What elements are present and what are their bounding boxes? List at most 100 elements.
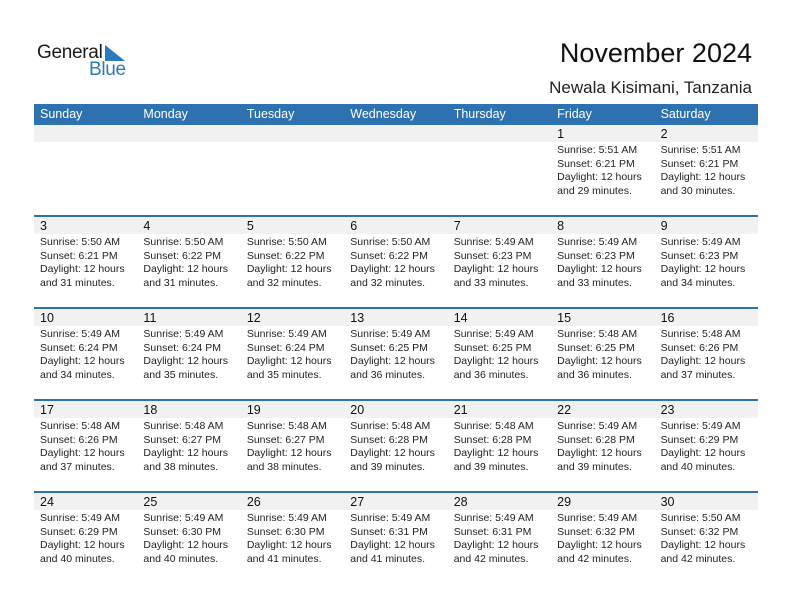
sunset-text: Sunset: 6:23 PM xyxy=(660,249,739,262)
sunset-text: Sunset: 6:21 PM xyxy=(557,157,635,170)
sunset-text: Sunset: 6:23 PM xyxy=(557,249,635,262)
daylight-text: Daylight: 12 hours xyxy=(246,355,332,368)
day-cell: 3 Sunrise: 5:50 AM Sunset: 6:21 PM Daylight… xyxy=(34,217,138,307)
day-cell: 7 Sunrise: 5:49 AM Sunset: 6:23 PM Daylight… xyxy=(447,217,552,307)
day-number: 11 xyxy=(137,309,241,326)
sunrise-text: Sunrise: 5:49 AM xyxy=(350,328,431,340)
day-cell: 1 Sunrise: 5:51 AM Sunset: 6:21 PM Daylight… xyxy=(551,125,655,215)
day-number: 7 xyxy=(447,217,552,234)
daylight-text: Daylight: 12 hours xyxy=(246,263,332,276)
day-number xyxy=(447,125,552,142)
day-info: Sunrise: 5:49 AM Sunset: 6:25 PM Daylight:… xyxy=(448,326,551,382)
sunset-text: Sunset: 6:22 PM xyxy=(143,249,222,262)
day-number: 1 xyxy=(551,125,655,142)
daylight-text: Daylight: 12 hours xyxy=(557,171,642,184)
daylight-minutes-text: and 39 minutes. xyxy=(557,460,632,473)
day-cell: 9 Sunrise: 5:49 AM Sunset: 6:23 PM Daylight… xyxy=(654,217,758,307)
day-number: 27 xyxy=(344,493,448,510)
sunrise-text: Sunrise: 5:49 AM xyxy=(40,512,120,524)
day-cell: 6 Sunrise: 5:50 AM Sunset: 6:22 PM Daylight… xyxy=(344,217,448,307)
daylight-text: Daylight: 12 hours xyxy=(453,355,539,368)
logo: General Blue xyxy=(37,42,137,82)
day-number: 30 xyxy=(654,493,758,510)
week-row: 24 Sunrise: 5:49 AM Sunset: 6:29 PM Dayligh… xyxy=(34,491,758,583)
sunrise-text: Sunrise: 5:48 AM xyxy=(350,420,431,432)
day-cell: 11 Sunrise: 5:49 AM Sunset: 6:24 PM Dayligh… xyxy=(137,309,241,399)
sunrise-text: Sunrise: 5:49 AM xyxy=(246,328,327,340)
day-cell: 8 Sunrise: 5:49 AM Sunset: 6:23 PM Daylight… xyxy=(551,217,655,307)
sunset-text: Sunset: 6:30 PM xyxy=(246,525,325,538)
daylight-text: Daylight: 12 hours xyxy=(143,263,229,276)
day-info: Sunrise: 5:50 AM Sunset: 6:22 PM Daylight:… xyxy=(344,234,447,290)
daylight-minutes-text: and 36 minutes. xyxy=(453,368,529,381)
daylight-minutes-text: and 41 minutes. xyxy=(350,552,425,565)
day-cell: 16 Sunrise: 5:48 AM Sunset: 6:26 PM Dayligh… xyxy=(654,309,758,399)
weekday-sunday: Sunday xyxy=(40,107,83,121)
sunrise-text: Sunrise: 5:50 AM xyxy=(143,236,224,248)
daylight-text: Daylight: 12 hours xyxy=(40,447,125,460)
day-info: Sunrise: 5:50 AM Sunset: 6:21 PM Daylight:… xyxy=(34,234,137,290)
day-info: Sunrise: 5:49 AM Sunset: 6:24 PM Daylight:… xyxy=(34,326,137,382)
sunset-text: Sunset: 6:26 PM xyxy=(40,433,118,446)
weekday-wednesday: Wednesday xyxy=(350,107,417,121)
day-info: Sunrise: 5:48 AM Sunset: 6:27 PM Daylight:… xyxy=(241,418,344,474)
day-number: 28 xyxy=(447,493,552,510)
day-info: Sunrise: 5:48 AM Sunset: 6:26 PM Daylight:… xyxy=(655,326,758,382)
sunrise-text: Sunrise: 5:48 AM xyxy=(557,328,638,340)
day-cell: 10 Sunrise: 5:49 AM Sunset: 6:24 PM Dayligh… xyxy=(34,309,138,399)
daylight-text: Daylight: 12 hours xyxy=(143,355,229,368)
daylight-minutes-text: and 33 minutes. xyxy=(557,276,632,289)
weeks-container: 1 Sunrise: 5:51 AM Sunset: 6:21 PM Daylight… xyxy=(34,125,758,583)
daylight-minutes-text: and 31 minutes. xyxy=(40,276,115,289)
sunrise-text: Sunrise: 5:48 AM xyxy=(246,420,327,432)
sunset-text: Sunset: 6:28 PM xyxy=(557,433,635,446)
day-cell: 15 Sunrise: 5:48 AM Sunset: 6:25 PM Dayligh… xyxy=(551,309,655,399)
sunrise-text: Sunrise: 5:49 AM xyxy=(40,328,120,340)
sunset-text: Sunset: 6:29 PM xyxy=(40,525,118,538)
sunset-text: Sunset: 6:31 PM xyxy=(453,525,532,538)
day-number: 17 xyxy=(34,401,138,418)
daylight-minutes-text: and 32 minutes. xyxy=(350,276,425,289)
sunset-text: Sunset: 6:30 PM xyxy=(143,525,222,538)
day-cell: 5 Sunrise: 5:50 AM Sunset: 6:22 PM Daylight… xyxy=(240,217,345,307)
logo-text-blue: Blue xyxy=(89,59,126,80)
sunrise-text: Sunrise: 5:49 AM xyxy=(453,328,534,340)
day-number: 16 xyxy=(654,309,758,326)
day-cell: 28 Sunrise: 5:49 AM Sunset: 6:31 PM Dayligh… xyxy=(447,493,552,583)
daylight-minutes-text: and 40 minutes. xyxy=(40,552,115,565)
day-cell: 22 Sunrise: 5:49 AM Sunset: 6:28 PM Dayligh… xyxy=(551,401,655,491)
day-cell: 23 Sunrise: 5:49 AM Sunset: 6:29 PM Dayligh… xyxy=(654,401,758,491)
daylight-text: Daylight: 12 hours xyxy=(557,539,642,552)
daylight-minutes-text: and 30 minutes. xyxy=(660,184,736,197)
empty-day-cell xyxy=(240,125,345,215)
daylight-text: Daylight: 12 hours xyxy=(660,171,746,184)
day-info: Sunrise: 5:49 AM Sunset: 6:31 PM Daylight:… xyxy=(344,510,447,566)
day-number xyxy=(240,125,345,142)
day-cell: 14 Sunrise: 5:49 AM Sunset: 6:25 PM Dayligh… xyxy=(447,309,552,399)
day-info: Sunrise: 5:49 AM Sunset: 6:29 PM Daylight:… xyxy=(655,418,758,474)
daylight-minutes-text: and 42 minutes. xyxy=(557,552,632,565)
day-number xyxy=(137,125,241,142)
daylight-minutes-text: and 39 minutes. xyxy=(453,460,529,473)
day-info: Sunrise: 5:50 AM Sunset: 6:22 PM Daylight:… xyxy=(241,234,344,290)
week-row: 17 Sunrise: 5:48 AM Sunset: 6:26 PM Dayligh… xyxy=(34,399,758,491)
sunrise-text: Sunrise: 5:48 AM xyxy=(143,420,224,432)
daylight-text: Daylight: 12 hours xyxy=(350,447,435,460)
week-row: 10 Sunrise: 5:49 AM Sunset: 6:24 PM Dayligh… xyxy=(34,307,758,399)
sunset-text: Sunset: 6:25 PM xyxy=(453,341,532,354)
daylight-minutes-text: and 37 minutes. xyxy=(660,368,736,381)
daylight-text: Daylight: 12 hours xyxy=(660,539,746,552)
day-number: 18 xyxy=(137,401,241,418)
day-info: Sunrise: 5:49 AM Sunset: 6:24 PM Daylight:… xyxy=(137,326,240,382)
day-number: 23 xyxy=(654,401,758,418)
day-number: 25 xyxy=(137,493,241,510)
sunrise-text: Sunrise: 5:49 AM xyxy=(557,236,638,248)
daylight-minutes-text: and 32 minutes. xyxy=(246,276,322,289)
day-info: Sunrise: 5:48 AM Sunset: 6:27 PM Daylight:… xyxy=(137,418,240,474)
day-number: 3 xyxy=(34,217,138,234)
daylight-minutes-text: and 42 minutes. xyxy=(660,552,736,565)
sunrise-text: Sunrise: 5:51 AM xyxy=(660,144,741,156)
daylight-minutes-text: and 29 minutes. xyxy=(557,184,632,197)
day-cell: 4 Sunrise: 5:50 AM Sunset: 6:22 PM Daylight… xyxy=(137,217,241,307)
daylight-text: Daylight: 12 hours xyxy=(660,355,746,368)
